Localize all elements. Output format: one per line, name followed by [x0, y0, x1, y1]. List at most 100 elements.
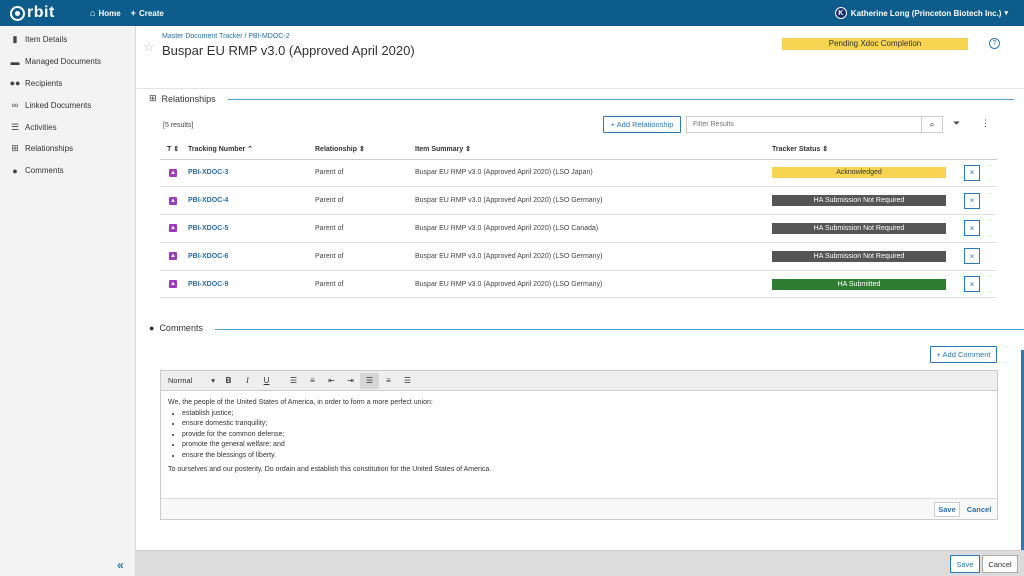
tracker-status-badge: HA Submission Not Required [772, 222, 946, 234]
relationship-cell: Parent of [315, 159, 415, 188]
table-row[interactable]: ▲ PBI-XDOC-3 Parent of Buspar EU RMP v3.0 (… [160, 159, 997, 188]
action-cell: × [964, 242, 997, 271]
sidebar-item-recipients[interactable]: ●● Recipients [0, 73, 135, 95]
table-row[interactable]: ▲ PBI-XDOC-6 Parent of Buspar EU RMP v3.0 (… [160, 242, 997, 271]
breadcrumb[interactable]: Master Document Tracker / PBI-MDOC-2 [162, 33, 290, 40]
sidebar-item-item-details[interactable]: ▮ Item Details [0, 29, 135, 51]
orbit-logo[interactable]: rbit [10, 0, 80, 26]
remove-relationship-button[interactable]: × [964, 164, 980, 181]
summary-cell: Buspar EU RMP v3.0 (Approved April 2020)… [415, 214, 772, 243]
filter-results-input[interactable] [686, 116, 922, 133]
comment-outro: To ourselves and our posterity, Do ordai… [168, 466, 492, 473]
collapse-sidebar-button[interactable]: « [117, 558, 124, 572]
col-item-summary[interactable]: Item Summary ⇕ [415, 140, 772, 160]
sitemap-icon: ⊞ [149, 93, 157, 103]
sidebar-item-label: Relationships [25, 144, 74, 154]
tracker-status-badge: Acknowledged [772, 167, 946, 179]
format-select[interactable]: Normal ▾ [161, 376, 219, 385]
tracking-number-link[interactable]: PBI-XDOC-9 [188, 281, 228, 288]
col-relationship[interactable]: Relationship ⇕ [315, 140, 415, 160]
bold-icon[interactable]: B [219, 373, 238, 389]
sidebar: ▮ Item Details ▬ Managed Documents ●● Re… [0, 26, 136, 576]
outdent-icon[interactable]: ⇤ [322, 373, 341, 389]
tracking-number-link[interactable]: PBI-XDOC-5 [188, 225, 228, 232]
editor-toolbar: Normal ▾ B I U ☰ ≡ ⇤ ⇥ ☰ ≡ ☰ [161, 371, 997, 391]
close-icon: × [969, 251, 975, 261]
comment-bullet-list: establish justice; ensure domestic tranq… [182, 409, 990, 462]
relationship-cell: Parent of [315, 242, 415, 271]
summary-cell: Buspar EU RMP v3.0 (Approved April 2020)… [415, 270, 772, 299]
align-right-icon[interactable]: ☰ [398, 373, 417, 389]
bullet-list-icon[interactable]: ☰ [284, 373, 303, 389]
remove-relationship-button[interactable]: × [964, 220, 980, 237]
status-cell: HA Submission Not Required [772, 242, 964, 271]
create-button[interactable]: + Create [131, 8, 164, 18]
italic-icon[interactable]: I [238, 373, 257, 389]
comments-icon: ● [149, 323, 155, 333]
tracking-cell: PBI-XDOC-4 [188, 186, 315, 216]
add-relationship-button[interactable]: + Add Relationship [603, 116, 681, 133]
col-tracker-status[interactable]: Tracker Status ⇕ [772, 140, 964, 160]
status-cell: HA Submission Not Required [772, 186, 964, 216]
plus-icon: + [130, 8, 136, 18]
sidebar-item-activities[interactable]: ☰ Activities [0, 116, 135, 138]
editor-body[interactable]: We, the people of the United States of A… [161, 391, 997, 498]
relationships-section-title: ⊞ Relationships [149, 93, 216, 104]
home-button[interactable]: ⌂ Home [90, 8, 121, 18]
relationship-cell: Parent of [315, 270, 415, 299]
user-menu[interactable]: K Katherine Long (Princeton Biotech Inc.… [834, 0, 1008, 26]
comment-editor: Normal ▾ B I U ☰ ≡ ⇤ ⇥ ☰ ≡ ☰ We, the peo… [160, 370, 998, 520]
create-label: Create [138, 8, 164, 18]
remove-relationship-button[interactable]: × [964, 276, 980, 293]
more-options-icon[interactable]: ⋮ [981, 118, 990, 129]
align-center-icon[interactable]: ≡ [379, 373, 398, 389]
tracking-number-link[interactable]: PBI-XDOC-4 [188, 197, 228, 204]
numbered-list-icon[interactable]: ≡ [303, 373, 322, 389]
status-cell: HA Submitted [772, 270, 964, 299]
footer-bar: Save Cancel [136, 550, 1024, 576]
underline-icon[interactable]: U [257, 373, 276, 389]
status-cell: Acknowledged [772, 159, 964, 188]
sidebar-item-relationships[interactable]: ⊞ Relationships [0, 138, 135, 160]
comment-cancel-button[interactable]: Cancel [964, 502, 994, 517]
relationships-table: T ⇕ Tracking Number ⌃ Relationship ⇕ Ite… [160, 140, 997, 299]
folder-icon: ▬ [10, 56, 20, 67]
table-row[interactable]: ▲ PBI-XDOC-9 Parent of Buspar EU RMP v3.0 (… [160, 270, 997, 299]
cancel-button[interactable]: Cancel [982, 555, 1018, 573]
search-button[interactable]: ⌕ [921, 116, 943, 133]
list-icon: ☰ [10, 121, 20, 132]
user-name: Katherine Long (Princeton Biotech Inc.) [850, 8, 1002, 18]
table-row[interactable]: ▲ PBI-XDOC-4 Parent of Buspar EU RMP v3.0 (… [160, 186, 997, 216]
filter-icon[interactable]: ⏷ [953, 118, 960, 129]
tracking-number-link[interactable]: PBI-XDOC-6 [188, 253, 228, 260]
editor-footer: Save Cancel [161, 498, 997, 519]
align-left-icon[interactable]: ☰ [360, 372, 379, 389]
caret-down-icon: ▾ [1004, 10, 1008, 17]
close-icon: × [969, 196, 975, 206]
comments-divider [215, 329, 1024, 330]
help-icon[interactable]: ? [989, 38, 1000, 49]
comments-icon: ● [12, 165, 18, 176]
search-icon: ⌕ [929, 119, 935, 129]
add-comment-button[interactable]: + Add Comment [930, 346, 997, 363]
action-cell: × [964, 186, 997, 216]
favorite-star-icon[interactable]: ☆ [143, 39, 155, 55]
home-icon: ⌂ [90, 8, 96, 18]
comment-save-button[interactable]: Save [934, 502, 960, 517]
remove-relationship-button[interactable]: × [964, 248, 980, 265]
relationships-divider [228, 99, 1014, 100]
sidebar-item-managed-documents[interactable]: ▬ Managed Documents [0, 51, 135, 73]
document-type-icon: ▲ [169, 196, 177, 205]
info-icon: ▮ [12, 34, 18, 45]
col-tracking-number[interactable]: Tracking Number ⌃ [188, 140, 315, 160]
save-button[interactable]: Save [950, 555, 980, 573]
tracking-number-link[interactable]: PBI-XDOC-3 [188, 169, 228, 176]
indent-icon[interactable]: ⇥ [341, 373, 360, 389]
sidebar-item-comments[interactable]: ● Comments [0, 160, 135, 182]
sidebar-item-linked-documents[interactable]: ∞ Linked Documents [0, 94, 135, 116]
remove-relationship-button[interactable]: × [964, 192, 980, 209]
table-header-row: T ⇕ Tracking Number ⌃ Relationship ⇕ Ite… [160, 140, 997, 160]
table-row[interactable]: ▲ PBI-XDOC-5 Parent of Buspar EU RMP v3.0 (… [160, 214, 997, 243]
page-title: Buspar EU RMP v3.0 (Approved April 2020) [162, 43, 415, 58]
col-type[interactable]: T ⇕ [160, 140, 188, 160]
